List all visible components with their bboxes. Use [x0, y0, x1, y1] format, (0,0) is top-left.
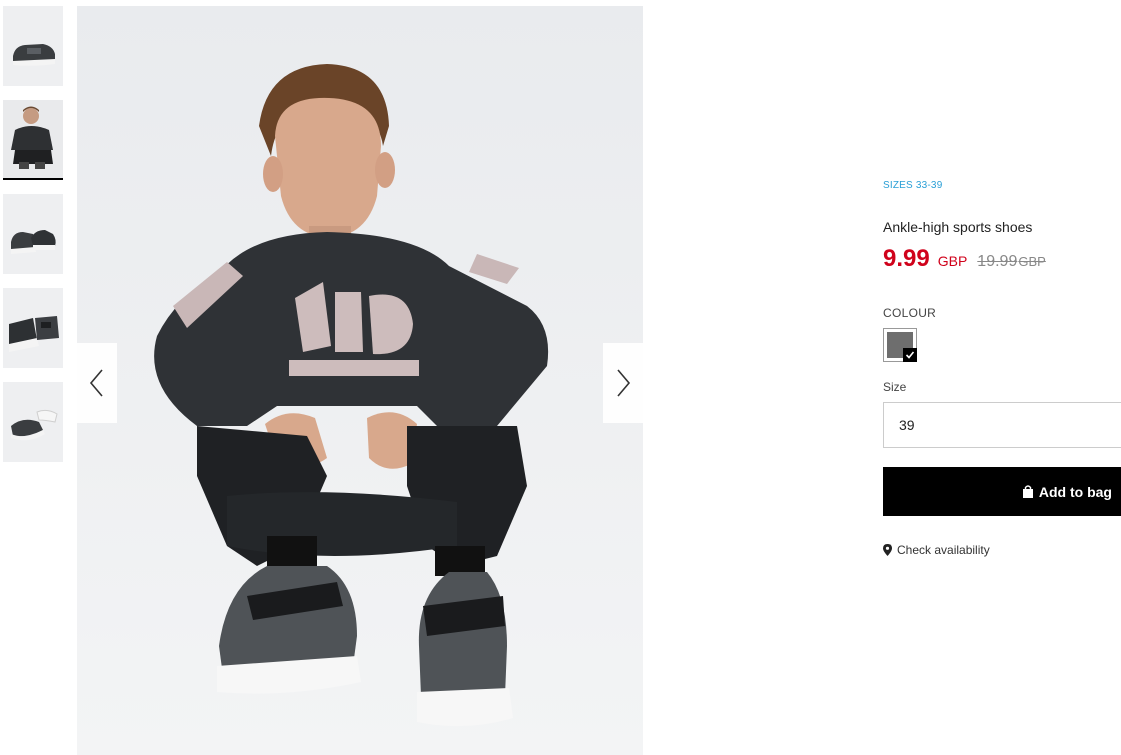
thumbnail-shoe-top[interactable] — [3, 382, 63, 462]
size-select[interactable]: 39 — [883, 402, 1121, 448]
next-image-button[interactable] — [603, 343, 643, 423]
chevron-right-icon — [617, 369, 631, 397]
thumbnail-list — [3, 6, 63, 476]
add-to-bag-button[interactable]: Add to bag — [883, 467, 1121, 516]
sizes-tag: SIZES 33-39 — [883, 180, 943, 191]
colour-label: COLOUR — [883, 306, 937, 320]
colour-swatch-grey[interactable] — [883, 328, 917, 362]
map-pin-icon — [883, 544, 892, 556]
previous-image-button[interactable] — [77, 343, 117, 423]
model-photo — [77, 6, 643, 755]
size-select-value: 39 — [899, 417, 915, 433]
product-title: Ankle-high sports shoes — [883, 219, 1033, 235]
add-to-bag-label: Add to bag — [1038, 483, 1112, 500]
product-info-panel: SIZES 33-39 Ankle-high sports shoes 9.99… — [883, 180, 1121, 557]
current-price-currency: GBP — [937, 253, 968, 269]
shopping-bag-icon — [1022, 485, 1034, 498]
price-row: 9.99 GBP 19.99 GBP — [883, 245, 1121, 273]
check-availability-link[interactable]: Check availability — [883, 543, 1121, 557]
thumbnail-model[interactable] — [3, 100, 63, 180]
thumbnail-shoe-pair[interactable] — [3, 194, 63, 274]
main-product-image — [77, 6, 643, 755]
check-icon — [903, 348, 917, 362]
old-price-currency: GBP — [1018, 254, 1046, 269]
thumbnail-shoe-back[interactable] — [3, 288, 63, 368]
current-price: 9.99 — [883, 245, 930, 272]
chevron-left-icon — [89, 369, 103, 397]
thumbnail-shoe-side[interactable] — [3, 6, 63, 86]
check-availability-label: Check availability — [897, 543, 990, 557]
size-label: Size — [883, 380, 907, 394]
old-price: 19.99 — [977, 253, 1018, 270]
